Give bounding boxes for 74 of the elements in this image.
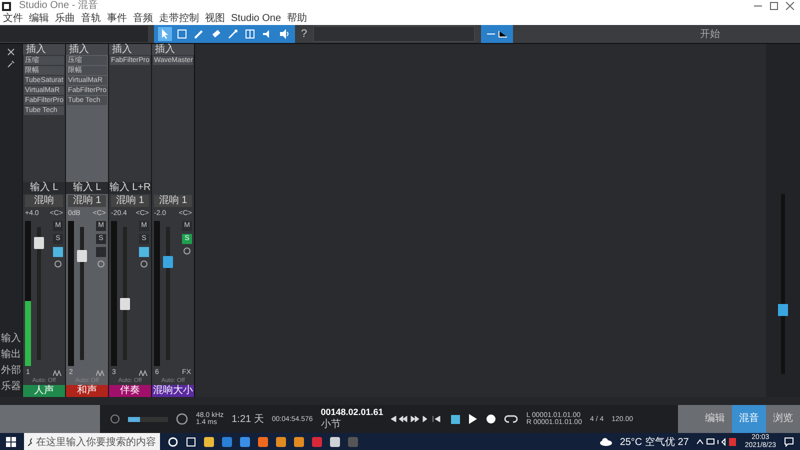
position-unit: 小节 — [320, 418, 342, 431]
circle-icon — [176, 413, 188, 425]
position-display: 00148.02.01.61 — [320, 407, 384, 417]
record-time-remaining: 1:21 天 — [232, 413, 264, 426]
insert-header[interactable]: 插入 — [66, 44, 108, 55]
tray-icons-icon[interactable] — [696, 438, 737, 446]
input-selector[interactable]: 输入 L — [23, 182, 65, 194]
start-label: 开始 — [700, 28, 720, 41]
power-icon[interactable] — [183, 247, 191, 255]
input-selector[interactable]: 输入 L — [66, 182, 108, 194]
cortana-icon[interactable] — [168, 436, 178, 446]
power-icon[interactable] — [54, 260, 62, 268]
waveform-icon — [53, 370, 62, 376]
channel-name[interactable]: 人声 — [23, 385, 65, 397]
fader-thumb[interactable] — [163, 256, 173, 268]
channel-name[interactable]: 混响大小 — [152, 385, 194, 397]
menu-item[interactable]: 走带控制 — [159, 12, 199, 24]
windows-logo-icon[interactable] — [6, 436, 16, 446]
channel-name[interactable]: 和声 — [66, 385, 108, 397]
stop-button[interactable] — [451, 414, 460, 424]
midi-icon — [110, 414, 120, 424]
mixer-view-button[interactable]: 输入 — [1, 333, 21, 345]
fader-thumb[interactable] — [120, 298, 130, 310]
task-view-icon[interactable] — [186, 436, 196, 446]
menu-item[interactable]: 乐曲 — [55, 12, 75, 24]
snap-button[interactable] — [481, 25, 514, 43]
fader-thumb[interactable] — [34, 236, 44, 249]
split-tool-icon[interactable] — [243, 27, 257, 41]
menu-item[interactable]: 事件 — [107, 12, 127, 24]
weather-text[interactable]: 25°C 空气优 27 — [620, 434, 689, 448]
send-slot[interactable]: 混响 1 — [68, 195, 106, 207]
menu-item[interactable]: 音频 — [133, 12, 153, 24]
wrench-icon[interactable] — [7, 60, 15, 68]
close-icon[interactable] — [7, 48, 15, 56]
cloud-icon — [600, 438, 612, 446]
maximize-icon[interactable] — [770, 2, 778, 10]
loop-icon[interactable] — [504, 414, 518, 424]
record-icon[interactable] — [486, 414, 496, 424]
mixer-view-button[interactable]: 外部 — [1, 365, 21, 377]
brush-tool-icon[interactable] — [226, 27, 240, 41]
mixer-view-button[interactable]: 乐器 — [1, 381, 21, 393]
insert-header[interactable]: 插入 — [109, 44, 151, 55]
close-icon[interactable] — [786, 2, 794, 10]
channel-name[interactable]: 伴奏 — [109, 385, 151, 397]
help-button[interactable]: ? — [301, 28, 308, 40]
snap-icon — [485, 28, 510, 40]
insert-header[interactable]: 插入 — [152, 44, 194, 55]
fader-thumb[interactable] — [77, 250, 87, 262]
performance-meter — [128, 416, 168, 422]
notification-icon[interactable] — [784, 436, 794, 446]
menu-item[interactable]: 文件 — [3, 12, 23, 24]
range-tool-icon[interactable] — [175, 27, 189, 41]
view-button[interactable]: 浏览 — [766, 405, 800, 433]
insert-header[interactable]: 插入 — [23, 44, 65, 55]
send-slot[interactable]: 混响 1 — [111, 195, 149, 207]
transport-controls-icon[interactable] — [391, 415, 444, 423]
menu-item[interactable]: 帮助 — [287, 12, 308, 24]
mixer-view-button[interactable]: 输出 — [1, 349, 21, 361]
search-icon — [28, 438, 32, 446]
menu-item[interactable]: Studio One — [231, 12, 282, 24]
listen-tool-icon[interactable] — [277, 27, 291, 41]
search-field[interactable]: 在这里输入你要搜索的内容 — [24, 433, 160, 450]
menu-item[interactable]: 视图 — [205, 12, 225, 24]
power-icon[interactable] — [140, 260, 148, 268]
send-slot[interactable]: 混响 1 — [154, 195, 192, 207]
waveform-icon — [139, 370, 148, 376]
menu-item[interactable]: 编辑 — [29, 12, 49, 24]
input-selector[interactable]: 输入 L+R — [109, 182, 151, 194]
view-button[interactable]: 编辑 — [698, 405, 732, 433]
power-icon[interactable] — [97, 260, 105, 268]
waveform-icon — [96, 370, 105, 376]
play-icon[interactable] — [468, 414, 478, 424]
send-slot[interactable]: 混响 — [25, 195, 63, 207]
menu-item[interactable]: 音轨 — [81, 12, 101, 24]
